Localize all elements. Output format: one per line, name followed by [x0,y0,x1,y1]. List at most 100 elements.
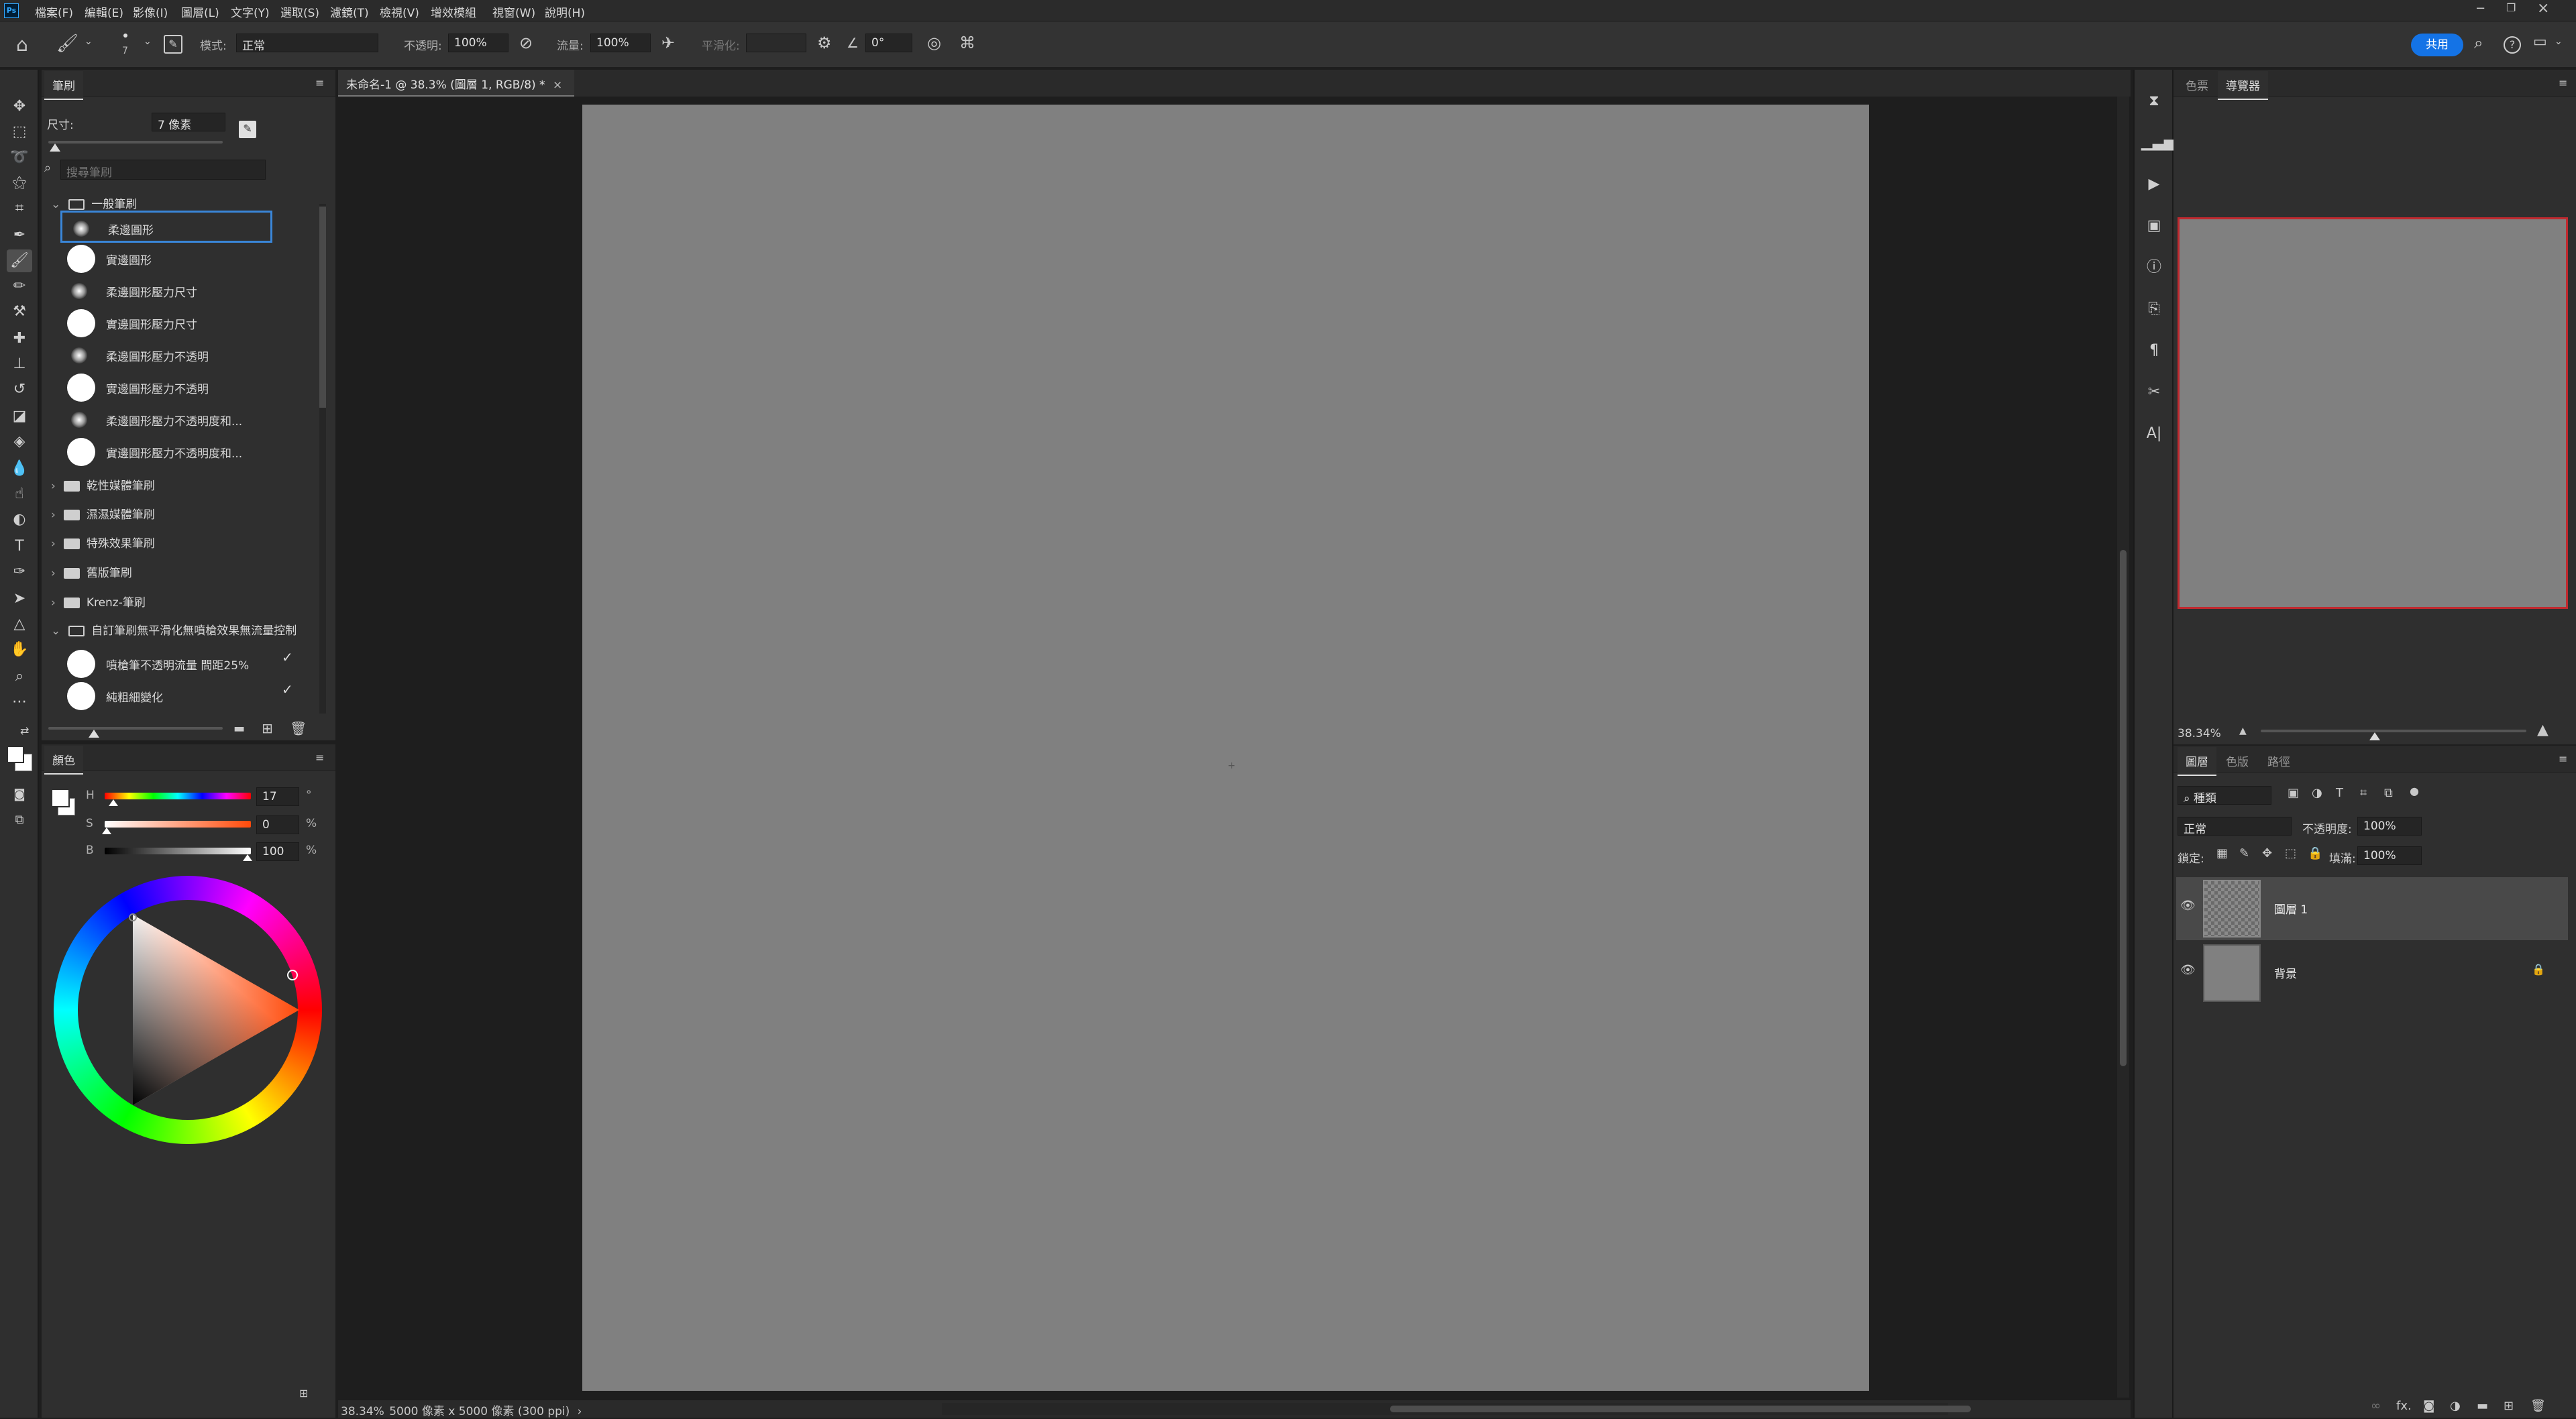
mixer-brush-tool-icon[interactable]: ⚒ [7,300,32,323]
layer-row[interactable]: 👁 背景 🔒 [2176,942,2568,1005]
tab-channels[interactable]: 色版 [2218,747,2257,775]
filter-pixel-icon[interactable]: ▣ [2288,786,2299,800]
link-layers-icon[interactable]: ∞ [2371,1399,2381,1413]
tab-navigator[interactable]: 導覽器 [2218,71,2268,100]
brush-group-custom[interactable]: ⌄ 自訂筆刷無平滑化無噴槍效果無流量控制 [51,621,333,648]
flow-field[interactable]: 100% [590,34,651,52]
workspace-icon[interactable]: ▭ [2533,34,2547,50]
chevron-down-icon[interactable]: ⌄ [2555,36,2563,47]
blur-tool-icon[interactable]: 💧 [7,457,32,480]
menu-edit[interactable]: 編輯(E) [85,3,123,20]
navigator-zoom-value[interactable]: 38.34% [2178,727,2221,740]
actions-play-icon[interactable]: ▶ [2141,173,2167,196]
document-tab[interactable]: 未命名-1 @ 38.3% (圖層 1, RGB/8) * × [338,70,574,97]
screen-mode-icon[interactable]: ⧉ [7,809,32,832]
tab-layers[interactable]: 圖層 [2178,747,2216,776]
brush-item[interactable]: 純粗細變化 ✓ [60,680,315,712]
saturation-brightness-triangle[interactable] [54,876,322,1144]
brightness-field[interactable]: 100 [256,842,299,861]
airbrush-icon[interactable]: ✈ [661,34,675,52]
stamp-tool-icon[interactable]: ⊥ [7,353,32,376]
histogram-icon[interactable]: ▁▃▅ [2141,131,2176,154]
brush-size-field[interactable]: 7 像素 [152,113,225,132]
close-icon[interactable]: × [2537,0,2549,17]
menu-help[interactable]: 說明(H) [545,3,585,20]
dodge-tool-icon[interactable]: ◐ [7,508,32,531]
navigator-zoom-slider[interactable] [2261,730,2526,732]
visibility-eye-icon[interactable]: 👁 [2180,899,2196,913]
close-icon[interactable]: × [553,78,562,92]
zoom-in-icon[interactable]: ▲ [2537,722,2548,738]
layer-name[interactable]: 圖層 1 [2274,900,2308,917]
shape-tool-icon[interactable]: △ [7,613,32,636]
tab-brushes[interactable]: 筆刷 [44,71,83,100]
chevron-down-icon[interactable]: ⌄ [85,36,93,47]
info-icon[interactable]: ⓘ [2141,256,2167,279]
menu-plugins[interactable]: 增效模組 [431,3,476,20]
history-icon[interactable]: ⧗ [2141,90,2167,113]
character-icon[interactable]: A| [2141,422,2167,445]
gear-icon[interactable]: ⚙ [817,34,832,52]
brush-item-selected[interactable]: 柔邊圓形 [60,211,272,243]
share-button[interactable]: 共用 [2411,34,2463,56]
expand-icon[interactable]: ⊞ [299,1387,308,1400]
brush-group[interactable]: › 乾性媒體筆刷 [51,476,333,503]
filter-smart-object-icon[interactable]: ⧉ [2384,786,2393,800]
brush-preset-picker[interactable]: 7 [115,30,142,60]
brush-item[interactable]: 實邊圓形壓力不透明 [60,372,315,404]
eyedropper-tool-icon[interactable]: ✒ [7,224,32,247]
preview-size-slider[interactable] [48,727,223,730]
layer-row[interactable]: 👁 圖層 1 [2176,877,2568,940]
brush-size-slider[interactable] [48,141,223,144]
filter-adjustment-icon[interactable]: ◑ [2312,786,2322,800]
more-tools-icon[interactable]: ⋯ [7,691,32,714]
zoom-out-icon[interactable]: ▲ [2239,726,2247,736]
brush-item[interactable]: 實邊圓形壓力不透明度和... [60,436,315,468]
zoom-tool-icon[interactable]: ⌕ [7,665,32,688]
lasso-tool-icon[interactable]: ➰ [7,146,32,169]
minimize-icon[interactable]: − [2475,1,2485,15]
filter-toggle-icon[interactable]: ● [2410,785,2419,797]
foreground-color-swatch[interactable] [51,789,70,807]
fill-field[interactable]: 100% [2357,846,2422,865]
lock-all-icon[interactable]: 🔒 [2308,846,2322,860]
search-icon[interactable]: ⌕ [2474,34,2483,52]
menu-filter[interactable]: 濾鏡(T) [330,3,369,20]
adjustment-layer-icon[interactable]: ◑ [2450,1399,2461,1413]
chevron-down-icon[interactable]: ⌄ [144,36,152,47]
tab-swatches[interactable]: 色票 [2178,71,2216,99]
hand-tool-icon[interactable]: ✋ [7,638,32,661]
navigator-preview[interactable] [2178,217,2568,609]
lock-artboard-icon[interactable]: ⬚ [2285,846,2296,860]
brush-group[interactable]: › Krenz-筆刷 [51,593,333,620]
saturation-slider[interactable] [105,821,251,828]
new-group-icon[interactable]: ▬ [233,722,245,736]
symmetry-icon[interactable]: ⌘ [959,34,975,52]
fx-icon[interactable]: fx. [2396,1399,2412,1413]
slider-thumb[interactable] [50,144,60,152]
brush-list-scrollbar[interactable] [319,204,326,714]
brightness-slider[interactable] [105,848,251,854]
blend-mode-select[interactable]: 正常 [2178,817,2292,836]
layer-name[interactable]: 背景 [2274,964,2297,981]
brush-item[interactable]: 噴槍筆不透明流量 間距25% ✓ [60,648,315,680]
brush-item[interactable]: 實邊圓形壓力尺寸 [60,307,315,339]
pressure-size-icon[interactable]: ◎ [927,34,941,52]
slider-thumb[interactable] [243,854,252,861]
foreground-color-swatch[interactable] [7,746,24,763]
brush-tool-icon[interactable]: 🖌 [56,34,78,54]
brush-settings-icon[interactable]: ✎ [164,35,182,54]
path-select-tool-icon[interactable]: ➤ [7,587,32,610]
tab-paths[interactable]: 路徑 [2259,747,2298,775]
move-tool-icon[interactable]: ✥ [7,95,32,118]
menu-file[interactable]: 檔案(F) [35,3,73,20]
zoom-level[interactable]: 38.34% [341,1405,384,1418]
panel-menu-icon[interactable]: ≡ [315,751,324,764]
new-brush-icon[interactable]: ✎ [239,121,256,138]
slider-thumb[interactable] [2369,732,2380,740]
canvas[interactable] [582,105,1869,1391]
lock-position-icon[interactable]: ✥ [2262,846,2272,860]
filter-type-icon[interactable]: T [2336,786,2343,800]
trash-icon[interactable]: 🗑 [2530,1399,2546,1413]
slider-thumb[interactable] [109,799,118,806]
